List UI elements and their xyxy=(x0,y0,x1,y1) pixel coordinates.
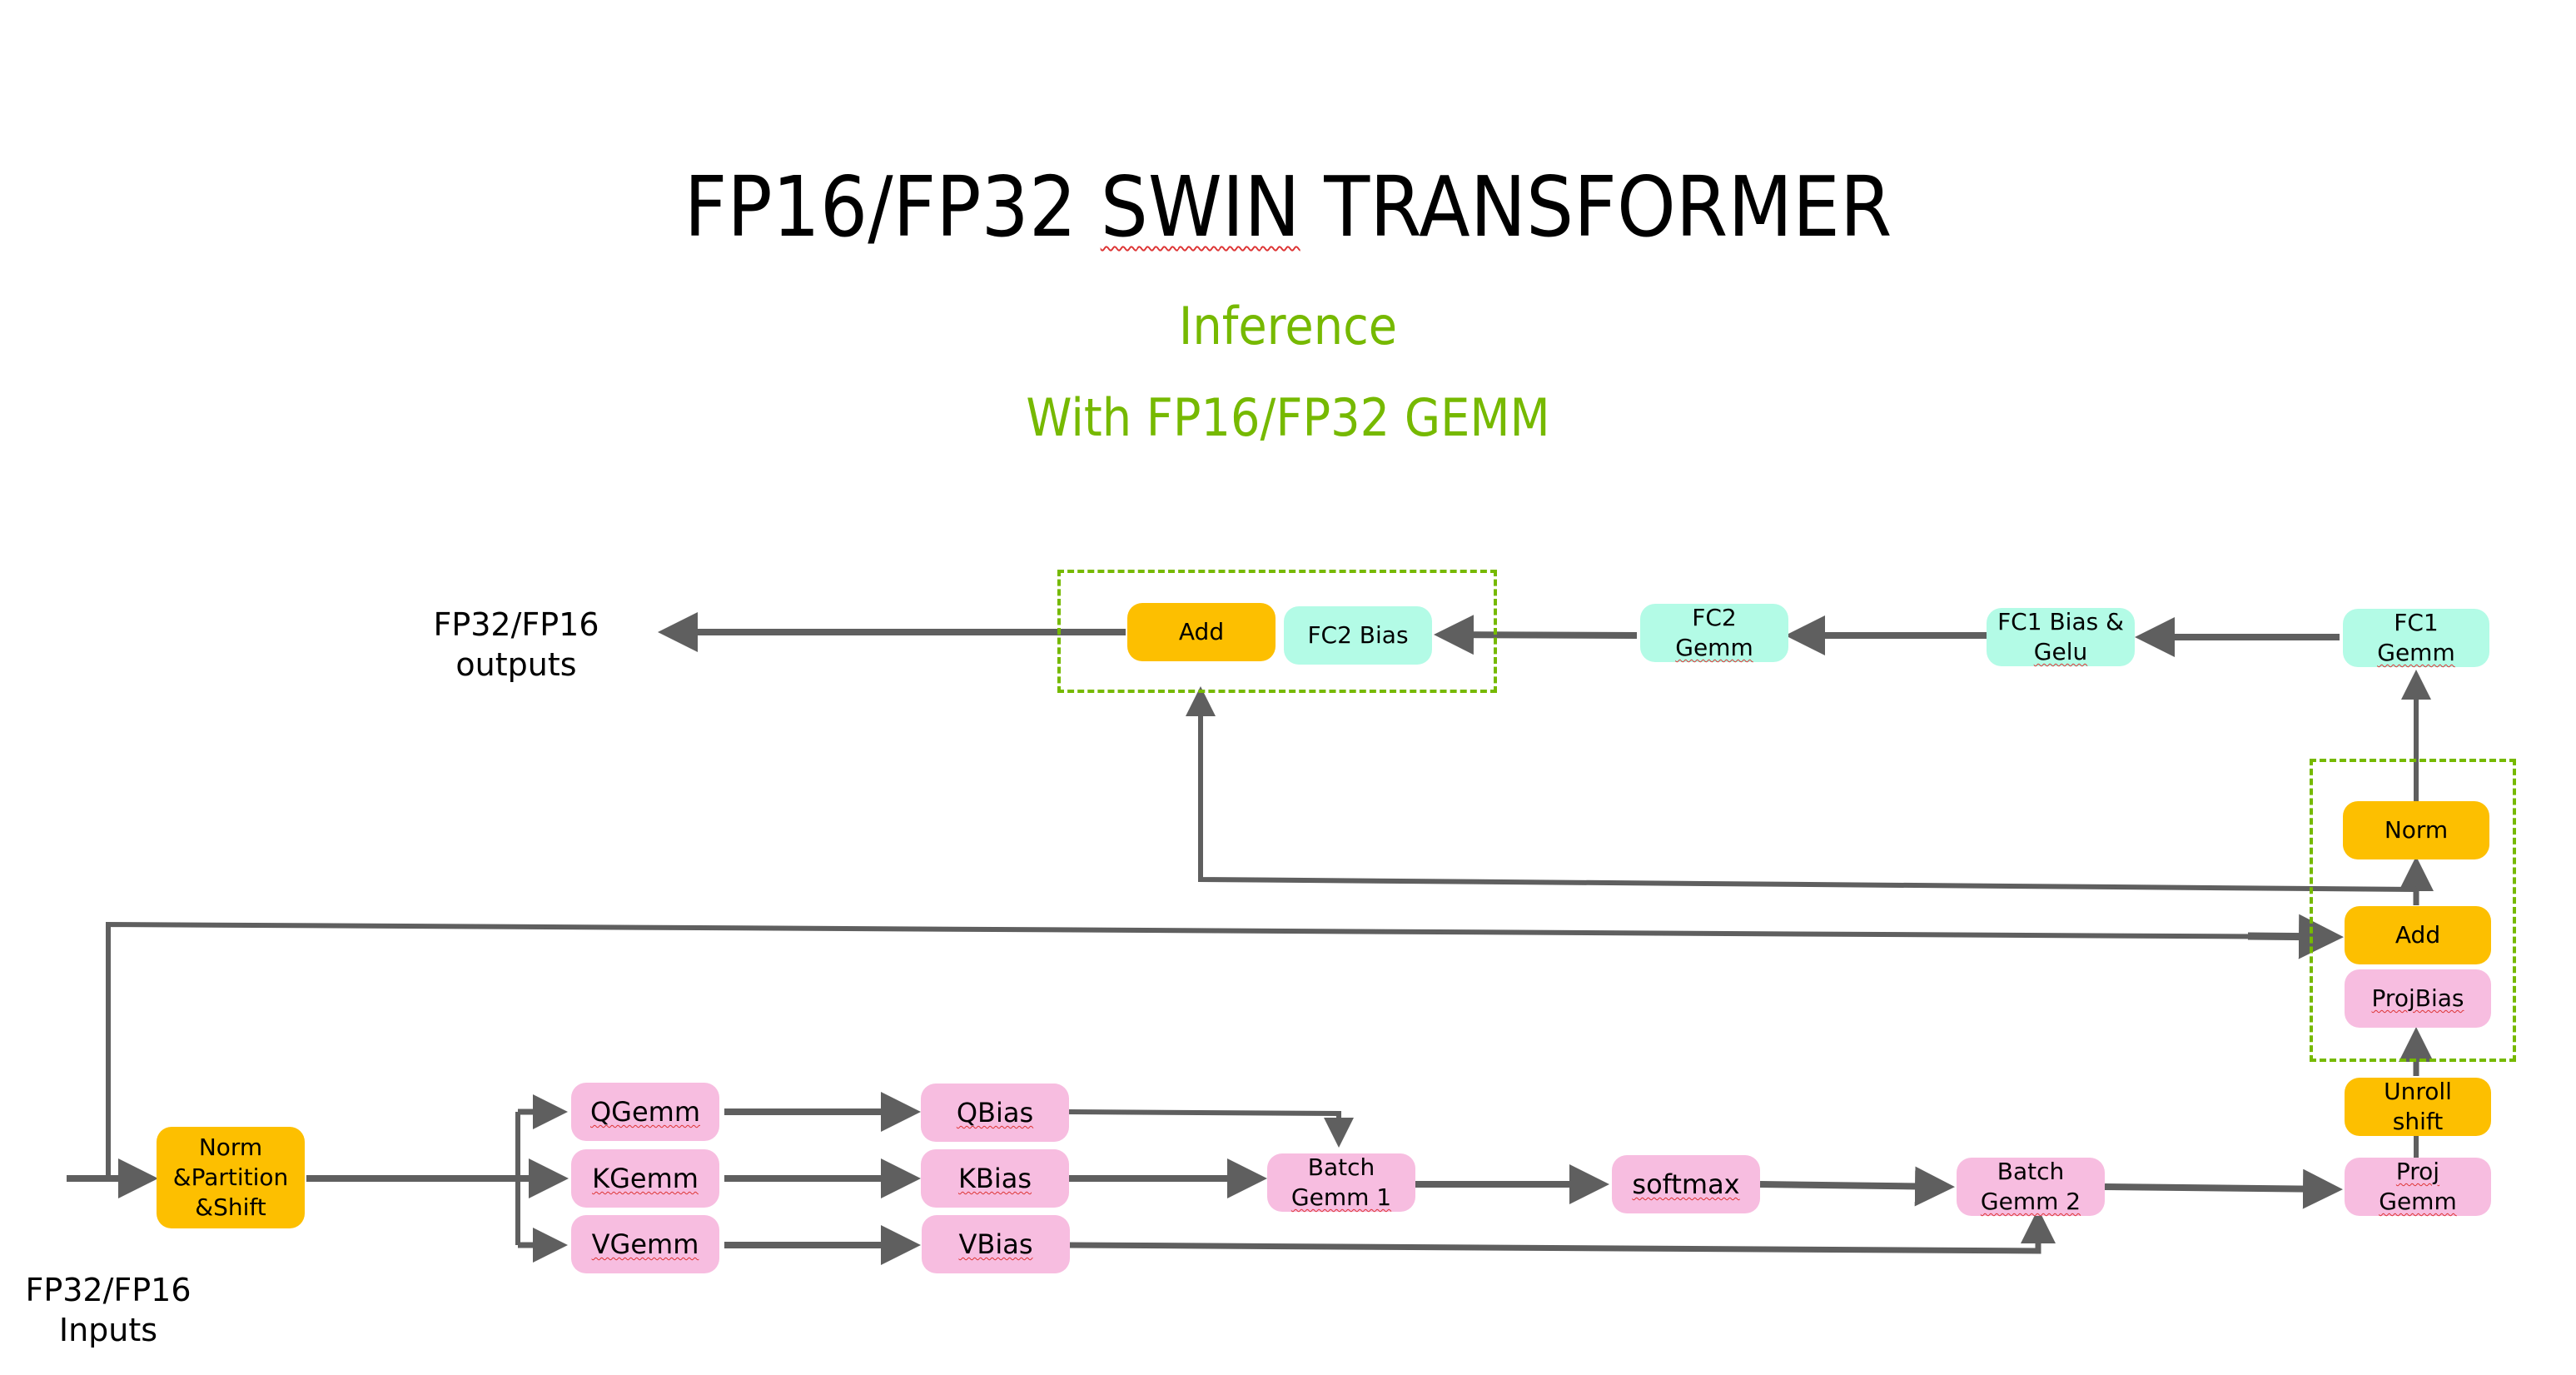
block-fc1-bias-gelu[interactable]: FC1 Bias & Gelu xyxy=(1987,608,2135,666)
inputs-label: FP32/FP16 Inputs xyxy=(25,1272,191,1348)
block-vgemm[interactable]: VGemm xyxy=(571,1215,719,1273)
arrow-residual-2 xyxy=(1186,686,2417,892)
outputs-label: FP32/FP16 outputs xyxy=(433,606,599,683)
block-batch-gemm-1[interactable]: Batch Gemm 1 xyxy=(1267,1153,1415,1212)
block-kbias[interactable]: KBias xyxy=(921,1149,1069,1208)
block-add-2[interactable]: Add xyxy=(1127,603,1276,661)
arrow-softmax-bg2 xyxy=(1759,1166,1955,1207)
block-proj-bias[interactable]: ProjBias xyxy=(2345,969,2491,1028)
arrow-residual-1 xyxy=(106,921,2324,1178)
block-qbias[interactable]: QBias xyxy=(921,1084,1069,1142)
block-add-1[interactable]: Add xyxy=(2345,906,2491,964)
block-vbias[interactable]: VBias xyxy=(922,1215,1070,1273)
block-norm-partition-shift[interactable]: Norm &Partition &Shift xyxy=(157,1127,305,1228)
arrow-vbias-bg2 xyxy=(1068,1208,2056,1254)
block-softmax[interactable]: softmax xyxy=(1612,1155,1760,1213)
block-qgemm[interactable]: QGemm xyxy=(571,1083,719,1141)
block-batch-gemm-2[interactable]: Batch Gemm 2 xyxy=(1957,1158,2105,1216)
block-fc2-gemm[interactable]: FC2 Gemm xyxy=(1640,604,1788,662)
block-proj-gemm[interactable]: Proj Gemm xyxy=(2345,1158,2491,1216)
block-kgemm[interactable]: KGemm xyxy=(571,1149,719,1208)
arrow-qbias-bg1 xyxy=(1068,1109,1354,1148)
block-unroll-shift[interactable]: Unroll shift xyxy=(2345,1078,2491,1136)
arrow-bg2-proj xyxy=(2104,1168,2343,1209)
block-fc1-gemm[interactable]: FC1 Gemm xyxy=(2343,609,2489,667)
block-fc2-bias[interactable]: FC2 Bias xyxy=(1284,606,1432,665)
block-norm[interactable]: Norm xyxy=(2343,801,2489,859)
